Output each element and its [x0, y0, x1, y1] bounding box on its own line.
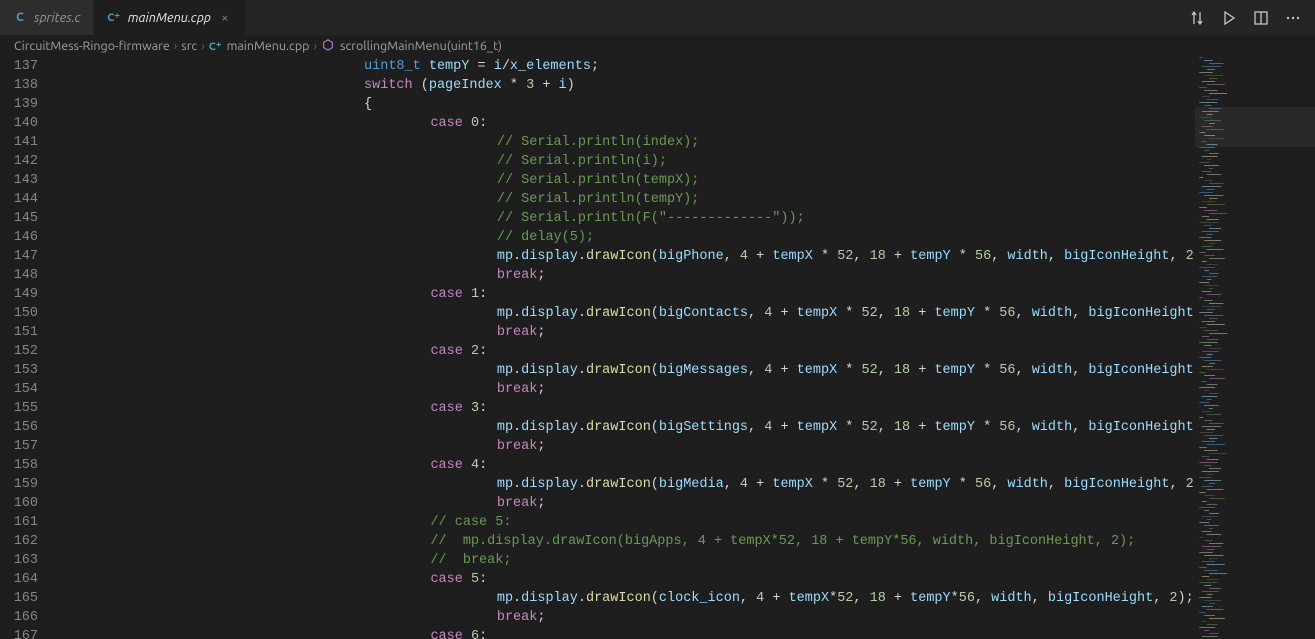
line-number: 150 — [0, 304, 38, 323]
code-line[interactable]: // delay(5); — [66, 228, 1195, 247]
breadcrumb-item[interactable]: src — [181, 39, 197, 53]
code-line[interactable]: case 6: — [66, 627, 1195, 639]
breadcrumb-label: src — [181, 39, 197, 53]
line-number: 152 — [0, 342, 38, 361]
line-number: 145 — [0, 209, 38, 228]
line-number: 158 — [0, 456, 38, 475]
line-number: 164 — [0, 570, 38, 589]
breadcrumb-item[interactable]: CircuitMess-Ringo-firmware — [14, 39, 170, 53]
code-line[interactable]: case 4: — [66, 456, 1195, 475]
line-number: 165 — [0, 589, 38, 608]
code-line[interactable]: mp.display.drawIcon(bigMedia, 4 + tempX … — [66, 475, 1195, 494]
code-line[interactable]: mp.display.drawIcon(bigContacts, 4 + tem… — [66, 304, 1195, 323]
line-number: 149 — [0, 285, 38, 304]
chevron-right-icon: › — [201, 39, 205, 53]
code-content[interactable]: uint8_t tempY = i/x_elements; switch (pa… — [56, 57, 1195, 639]
line-number: 143 — [0, 171, 38, 190]
code-line[interactable]: // Serial.println(i); — [66, 152, 1195, 171]
code-line[interactable]: // Serial.println(tempY); — [66, 190, 1195, 209]
close-icon[interactable]: × — [217, 11, 233, 25]
breadcrumb[interactable]: CircuitMess-Ringo-firmware›src›C⁺mainMen… — [0, 35, 1315, 57]
c-file-icon: C — [12, 10, 28, 26]
line-number: 161 — [0, 513, 38, 532]
line-number: 138 — [0, 76, 38, 95]
line-number: 146 — [0, 228, 38, 247]
tab-label: sprites.c — [34, 11, 81, 25]
line-number: 142 — [0, 152, 38, 171]
code-line[interactable]: // Serial.println(tempX); — [66, 171, 1195, 190]
code-line[interactable]: // mp.display.drawIcon(bigApps, 4 + temp… — [66, 532, 1195, 551]
code-line[interactable]: break; — [66, 494, 1195, 513]
code-line[interactable]: mp.display.drawIcon(bigMessages, 4 + tem… — [66, 361, 1195, 380]
breadcrumb-label: CircuitMess-Ringo-firmware — [14, 39, 170, 53]
code-line[interactable]: // Serial.println(F("-------------")); — [66, 209, 1195, 228]
breadcrumb-label: mainMenu.cpp — [227, 39, 310, 53]
tab-bar: Csprites.c C⁺ mainMenu.cpp × — [0, 0, 1315, 35]
line-number: 166 — [0, 608, 38, 627]
code-line[interactable]: case 0: — [66, 114, 1195, 133]
code-line[interactable]: mp.display.drawIcon(bigSettings, 4 + tem… — [66, 418, 1195, 437]
minimap[interactable]: ▬▬▬ ▬▬▬▬▬▬▬ ▬▬▬▬▬▬▬▬▬▬▬▬ ▬▬▬▬▬▬▬▬▬▬▬▬▬▬▬… — [1195, 57, 1315, 639]
cpp-file-icon: C⁺ — [106, 10, 122, 26]
code-line[interactable]: // break; — [66, 551, 1195, 570]
line-number: 151 — [0, 323, 38, 342]
code-line[interactable]: break; — [66, 380, 1195, 399]
line-gutter: 1371381391401411421431441451461471481491… — [0, 57, 56, 639]
tab-sprites-c[interactable]: Csprites.c — [0, 0, 94, 35]
chevron-right-icon: › — [314, 39, 318, 53]
line-number: 159 — [0, 475, 38, 494]
cpp-file-icon: C⁺ — [209, 40, 222, 53]
line-number: 155 — [0, 399, 38, 418]
code-line[interactable]: break; — [66, 323, 1195, 342]
code-line[interactable]: // case 5: — [66, 513, 1195, 532]
line-number: 148 — [0, 266, 38, 285]
line-number: 140 — [0, 114, 38, 133]
code-line[interactable]: { — [66, 95, 1195, 114]
tab-label: mainMenu.cpp — [128, 11, 211, 25]
code-line[interactable]: switch (pageIndex * 3 + i) — [66, 76, 1195, 95]
line-number: 160 — [0, 494, 38, 513]
editor-area[interactable]: 1371381391401411421431441451461471481491… — [0, 57, 1315, 639]
breadcrumb-item[interactable]: scrollingMainMenu(uint16_t) — [321, 38, 502, 55]
code-line[interactable]: uint8_t tempY = i/x_elements; — [66, 57, 1195, 76]
code-line[interactable]: mp.display.drawIcon(bigPhone, 4 + tempX … — [66, 247, 1195, 266]
code-line[interactable]: break; — [66, 266, 1195, 285]
symbol-method-icon — [321, 38, 335, 55]
line-number: 139 — [0, 95, 38, 114]
code-line[interactable]: break; — [66, 608, 1195, 627]
line-number: 141 — [0, 133, 38, 152]
line-number: 167 — [0, 627, 38, 639]
more-icon[interactable] — [1285, 10, 1301, 26]
breadcrumb-item[interactable]: C⁺ mainMenu.cpp — [209, 39, 310, 53]
line-number: 147 — [0, 247, 38, 266]
breadcrumb-label: scrollingMainMenu(uint16_t) — [340, 39, 502, 53]
split-icon[interactable] — [1253, 10, 1269, 26]
editor-toolbar — [1175, 0, 1315, 35]
code-line[interactable]: break; — [66, 437, 1195, 456]
line-number: 153 — [0, 361, 38, 380]
line-number: 156 — [0, 418, 38, 437]
tab-mainMenu-cpp[interactable]: C⁺ mainMenu.cpp × — [94, 0, 246, 35]
chevron-right-icon: › — [174, 39, 178, 53]
code-line[interactable]: case 5: — [66, 570, 1195, 589]
line-number: 137 — [0, 57, 38, 76]
line-number: 163 — [0, 551, 38, 570]
compare-icon[interactable] — [1189, 10, 1205, 26]
code-line[interactable]: case 2: — [66, 342, 1195, 361]
code-line[interactable]: case 3: — [66, 399, 1195, 418]
code-line[interactable]: mp.display.drawIcon(clock_icon, 4 + temp… — [66, 589, 1195, 608]
line-number: 144 — [0, 190, 38, 209]
line-number: 162 — [0, 532, 38, 551]
code-line[interactable]: case 1: — [66, 285, 1195, 304]
run-icon[interactable] — [1221, 10, 1237, 26]
line-number: 154 — [0, 380, 38, 399]
code-line[interactable]: // Serial.println(index); — [66, 133, 1195, 152]
line-number: 157 — [0, 437, 38, 456]
